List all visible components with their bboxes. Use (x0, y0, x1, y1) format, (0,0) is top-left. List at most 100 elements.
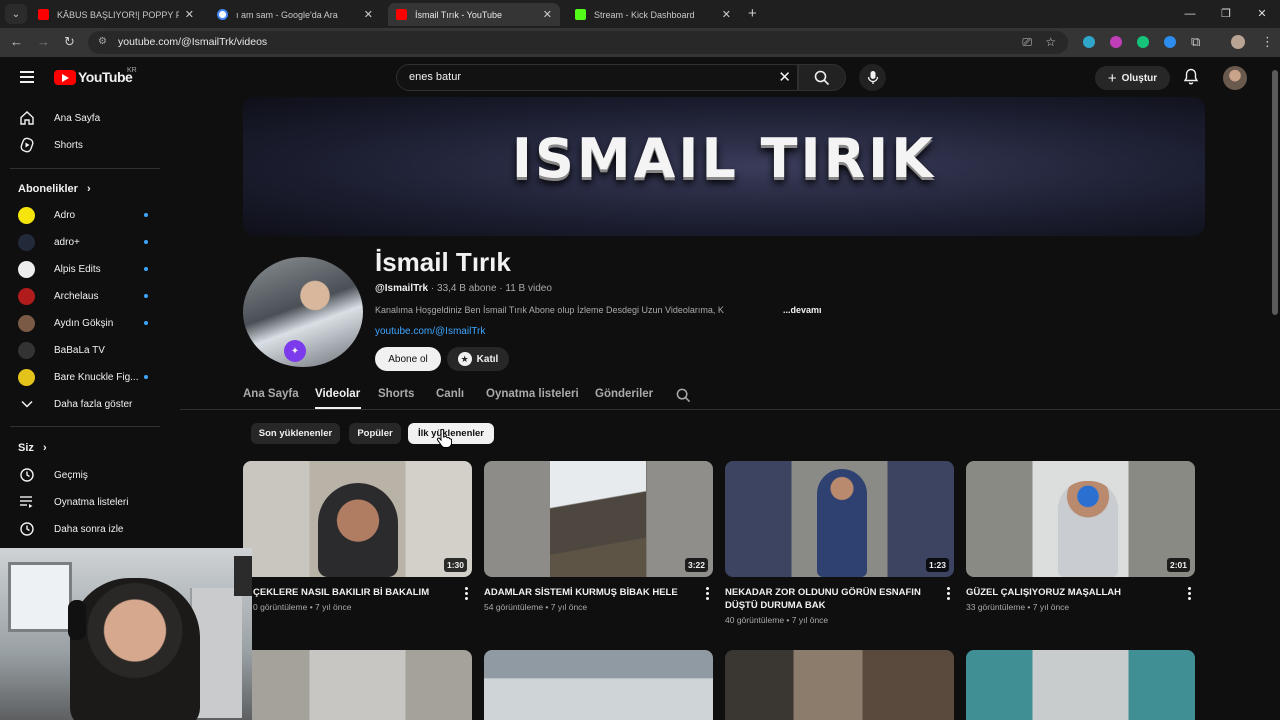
country-code: KR (127, 67, 137, 74)
create-button[interactable]: + Oluştur (1095, 66, 1170, 90)
video-title[interactable]: ÇEKLERE NASIL BAKILIR Bİ BAKALIM (253, 586, 448, 599)
channel-search-icon[interactable] (676, 388, 691, 403)
tab-playlists[interactable]: Oynatma listeleri (486, 388, 579, 400)
close-tab-icon[interactable]: ✕ (543, 8, 552, 21)
browser-tab-active[interactable]: İsmail Tırık - YouTube ✕ (388, 3, 560, 26)
subscriptions-heading[interactable]: Abonelikler › (18, 183, 91, 195)
youtube-masthead: YouTube KR enes batur ✕ + Oluştur (0, 57, 1280, 97)
channel-link[interactable]: youtube.com/@IsmailTrk (375, 326, 485, 337)
sidebar-item-shorts[interactable]: Shorts (18, 133, 158, 157)
window-controls: — ❐ ✕ (1172, 0, 1280, 28)
star-badge-icon: ★ (457, 352, 472, 366)
join-button[interactable]: ★ Katıl (447, 347, 509, 371)
sidebar-subscription-adro-plus[interactable]: adro+ (18, 230, 158, 254)
tab-videos[interactable]: Videolar (315, 388, 360, 400)
more-options-icon[interactable] (706, 587, 709, 602)
close-tab-icon[interactable]: ✕ (185, 8, 194, 21)
notifications-bell-icon[interactable] (1183, 68, 1199, 85)
video-duration: 2:01 (1166, 558, 1190, 572)
channel-name: İsmail Tırık (375, 247, 511, 277)
video-thumbnail[interactable]: 1:30 (243, 461, 472, 577)
video-title[interactable]: NEKADAR ZOR OLDUNU GÖRÜN ESNAFIN DÜŞTÜ D… (725, 586, 930, 612)
search-input[interactable]: enes batur ✕ (396, 64, 798, 91)
minimize-icon[interactable]: — (1172, 0, 1208, 28)
extensions-puzzle-icon[interactable]: ⧉ (1191, 34, 1200, 50)
video-thumbnail[interactable]: 3:22 (484, 461, 713, 577)
new-tab-icon[interactable]: + (748, 5, 757, 22)
browser-tab[interactable]: ı am sam - Google'da Ara ✕ (209, 3, 381, 26)
description-more-link[interactable]: ...devamı (783, 305, 822, 315)
create-label: Oluştur (1121, 72, 1158, 84)
video-thumbnail[interactable]: 2:01 (966, 461, 1195, 577)
youtube-logo-text[interactable]: YouTube (78, 69, 133, 85)
extension-icon[interactable] (1110, 36, 1122, 48)
browser-menu-icon[interactable]: ⋮ (1261, 34, 1274, 50)
video-thumbnail[interactable] (243, 650, 472, 720)
close-window-icon[interactable]: ✕ (1244, 0, 1280, 28)
you-heading[interactable]: Siz › (18, 442, 47, 454)
tab-shorts[interactable]: Shorts (378, 388, 414, 400)
cast-icon[interactable]: ⎚ (1022, 35, 1032, 50)
more-options-icon[interactable] (1188, 587, 1191, 602)
sidebar-item-label: Shorts (54, 139, 83, 151)
page-scrollbar[interactable] (1272, 70, 1278, 315)
channel-description[interactable]: Kanalıma Hoşgeldiniz Ben İsmail Tırık Ab… (375, 305, 724, 315)
tabs-divider (180, 409, 1280, 410)
more-options-icon[interactable] (947, 587, 950, 602)
video-title[interactable]: GÜZEL ÇALIŞIYORUZ MAŞALLAH (966, 586, 1171, 599)
subscriptions-title: Abonelikler (18, 183, 78, 195)
sidebar-subscription-adro[interactable]: Adro (18, 203, 158, 227)
new-content-dot (144, 294, 148, 298)
clear-search-icon[interactable]: ✕ (778, 68, 791, 86)
new-content-dot (144, 375, 148, 379)
chip-popular[interactable]: Popüler (349, 423, 401, 444)
account-avatar[interactable] (1223, 66, 1247, 90)
chip-latest[interactable]: Son yüklenenler (251, 423, 340, 444)
sidebar-item-watch-later[interactable]: Daha sonra izle (18, 517, 158, 541)
url-field[interactable]: ⚙ youtube.com/@IsmailTrk/videos ⎚ ☆ (88, 31, 1068, 54)
browser-tab[interactable]: KÂBUS BAŞLIYOR!| POPPY PLAY ✕ (30, 3, 202, 26)
reload-icon[interactable]: ↻ (64, 34, 75, 50)
sidebar-subscription-alpis-edits[interactable]: Alpis Edits (18, 257, 158, 281)
voice-search-button[interactable] (859, 64, 886, 91)
more-options-icon[interactable] (465, 587, 468, 602)
search-button[interactable] (798, 64, 846, 91)
sidebar-subscription-aydin-goksin[interactable]: Aydın Gökşin (18, 311, 158, 335)
close-tab-icon[interactable]: ✕ (364, 8, 373, 21)
sidebar-subscription-bare-knuckle[interactable]: Bare Knuckle Fig... (18, 365, 158, 389)
video-meta: 0 görüntüleme • 7 yıl önce (253, 602, 352, 612)
bookmark-star-icon[interactable]: ☆ (1045, 35, 1056, 49)
sidebar-subscription-babala-tv[interactable]: BaBaLa TV (18, 338, 158, 362)
tab-home[interactable]: Ana Sayfa (243, 388, 299, 400)
menu-hamburger-icon[interactable] (20, 71, 34, 86)
subscribe-button[interactable]: Abone ol (375, 347, 441, 371)
forward-icon[interactable]: → (37, 34, 50, 49)
video-thumbnail[interactable] (484, 650, 713, 720)
sidebar-subscription-archelaus[interactable]: Archelaus (18, 284, 158, 308)
video-thumbnail[interactable] (966, 650, 1195, 720)
sidebar-show-more[interactable]: Daha fazla göster (18, 392, 158, 416)
video-title[interactable]: ADAMLAR SİSTEMİ KURMUŞ BİBAK HELE (484, 586, 689, 599)
video-thumbnail[interactable] (725, 650, 954, 720)
browser-tab[interactable]: Stream - Kick Dashboard ✕ (567, 3, 739, 26)
sidebar-item-playlists[interactable]: Oynatma listeleri (18, 490, 158, 514)
chevron-right-icon: › (86, 183, 91, 195)
extension-icon[interactable] (1083, 36, 1095, 48)
tab-posts[interactable]: Gönderiler (595, 388, 653, 400)
tab-live[interactable]: Canlı (436, 388, 464, 400)
profile-avatar[interactable] (1231, 35, 1245, 49)
grammarly-icon[interactable] (1137, 36, 1149, 48)
tab-search-button[interactable]: ⌄ (5, 4, 27, 24)
video-thumbnail[interactable]: 1:23 (725, 461, 954, 577)
extension-icon[interactable] (1164, 36, 1176, 48)
close-tab-icon[interactable]: ✕ (722, 8, 731, 21)
site-settings-icon[interactable]: ⚙ (98, 36, 107, 47)
sidebar-item-home[interactable]: Ana Sayfa (18, 106, 158, 130)
youtube-logo-icon[interactable] (54, 70, 76, 85)
restore-icon[interactable]: ❐ (1208, 0, 1244, 28)
video-meta: 54 görüntüleme • 7 yıl önce (484, 602, 588, 612)
back-icon[interactable]: ← (10, 34, 23, 49)
sidebar-item-history[interactable]: Geçmiş (18, 463, 158, 487)
new-content-dot (144, 267, 148, 271)
webcam-overlay (0, 548, 252, 720)
